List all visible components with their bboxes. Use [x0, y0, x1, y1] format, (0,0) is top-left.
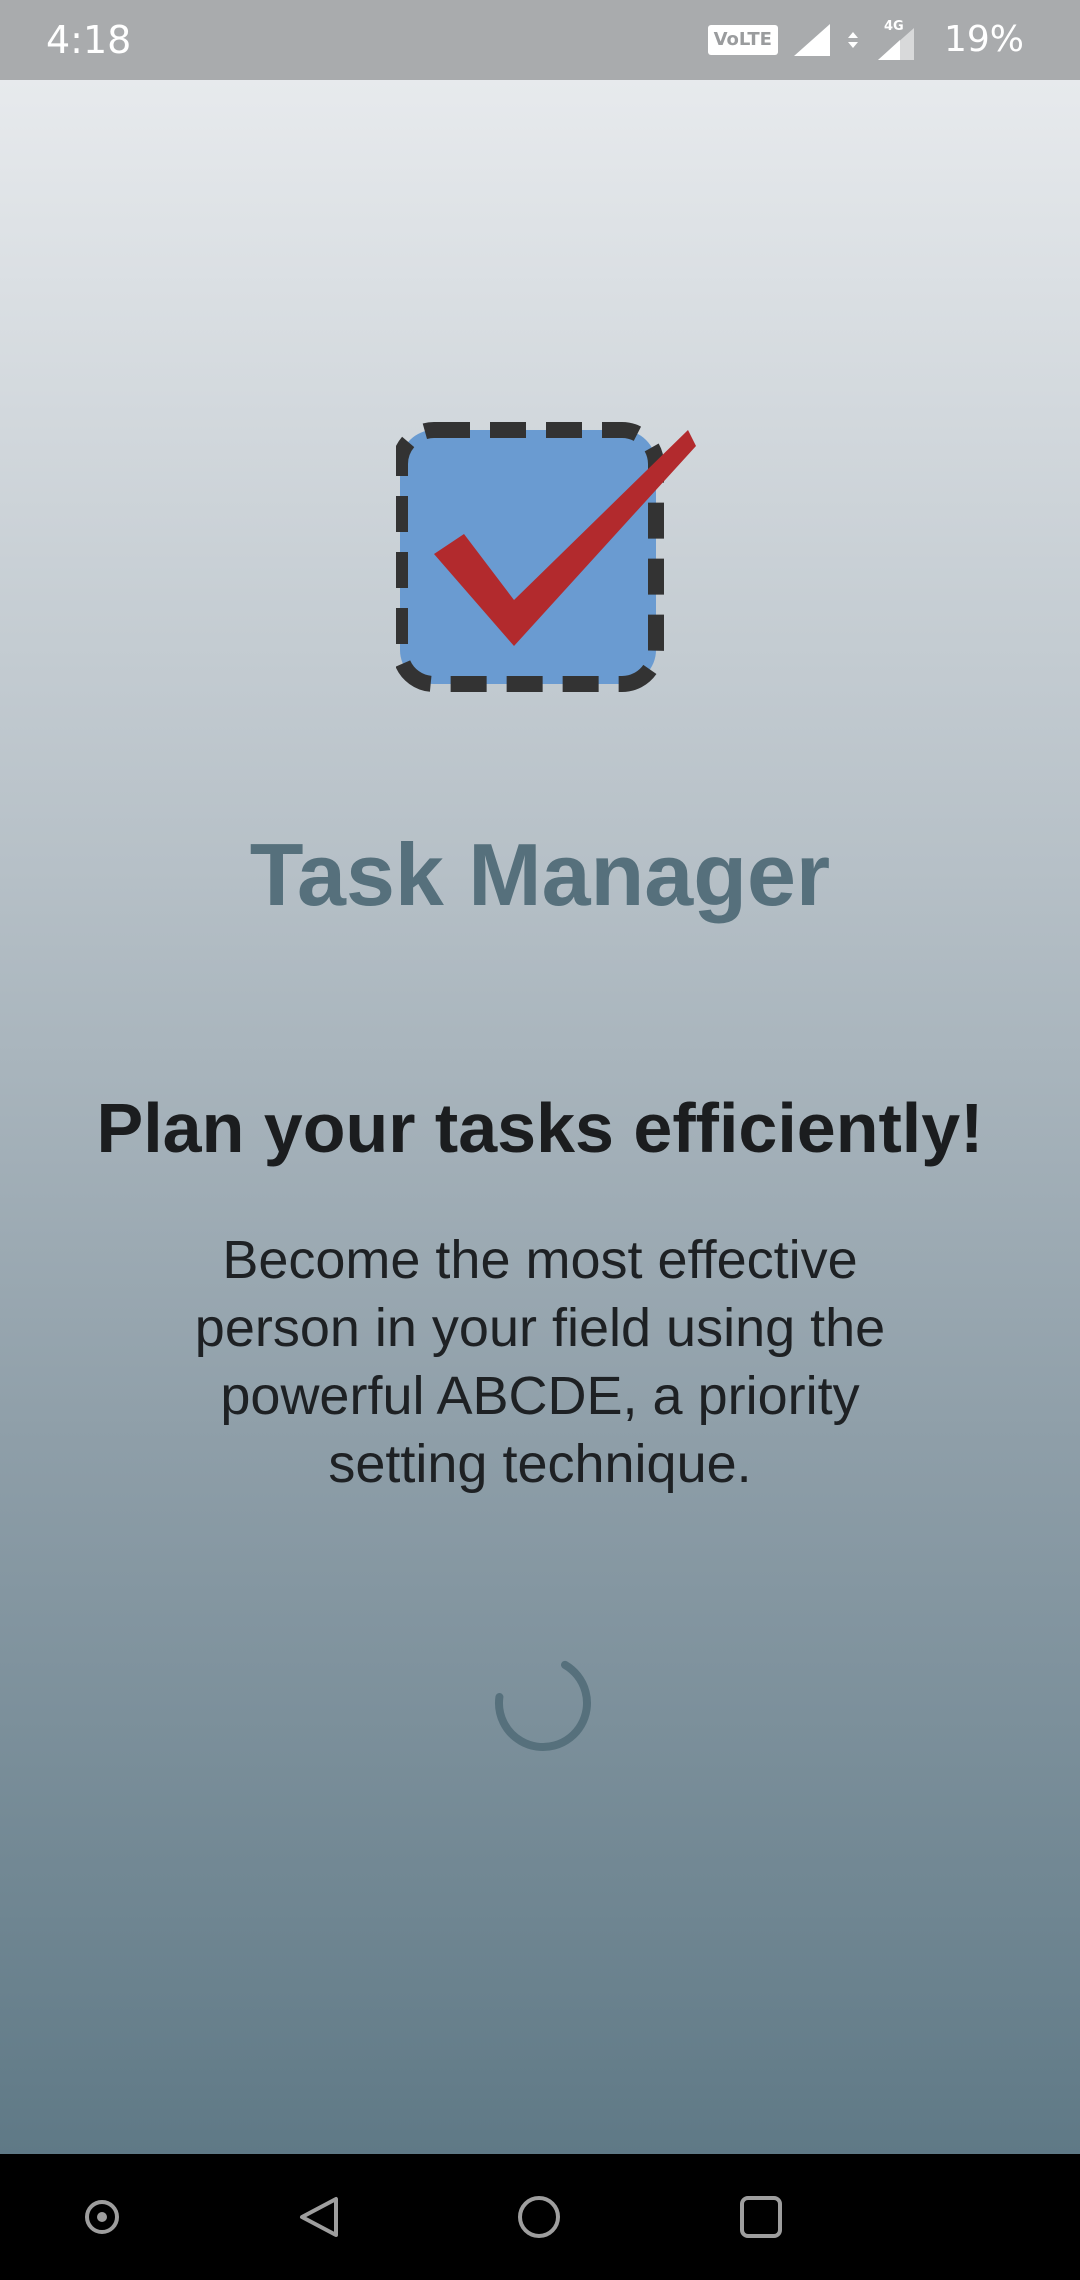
status-bar: 4:18 VoLTE 4G 19%	[0, 0, 1080, 80]
app-title: Task Manager	[249, 825, 831, 924]
battery-percentage: 19%	[943, 19, 1024, 60]
headline: Plan your tasks efficiently!	[96, 1089, 984, 1167]
signal-4g-icon: 4G	[877, 19, 914, 60]
back-button-icon[interactable]	[290, 2187, 350, 2247]
status-icons: VoLTE 4G 19%	[707, 14, 1024, 66]
loading-spinner-icon	[495, 1655, 591, 1751]
description: Become the most effective person in your…	[194, 1230, 886, 1494]
signal-icon	[793, 24, 830, 56]
screen: 4:18 VoLTE 4G 19% Task Manager Plan your…	[0, 0, 1080, 2280]
status-time: 4:18	[46, 18, 132, 62]
volte-icon: VoLTE	[707, 25, 778, 55]
splash-content: Task Manager Plan your tasks efficiently…	[0, 80, 1080, 2154]
assistant-button-icon[interactable]	[72, 2187, 132, 2247]
network-type-label: 4G	[884, 19, 904, 34]
navigation-bar	[0, 2154, 1080, 2280]
task-manager-logo-icon	[396, 422, 696, 692]
recents-button-icon[interactable]	[731, 2187, 791, 2247]
data-arrows-icon	[847, 32, 858, 48]
home-button-icon[interactable]	[509, 2187, 569, 2247]
